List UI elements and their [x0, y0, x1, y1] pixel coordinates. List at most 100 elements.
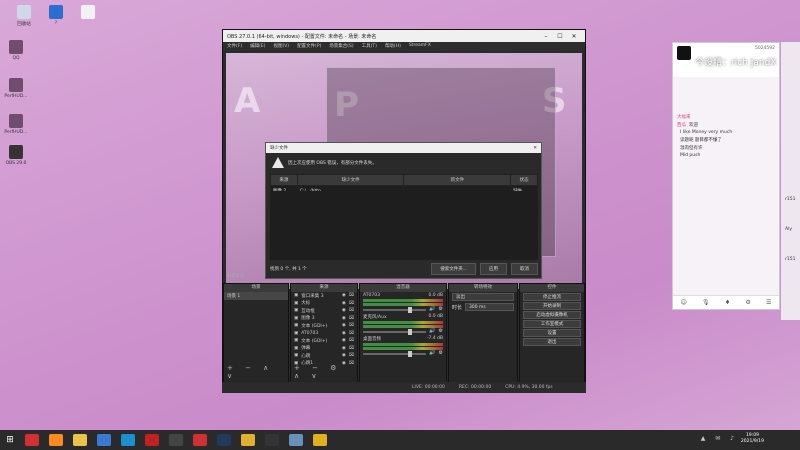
eye-icon[interactable]: ◉: [342, 338, 346, 343]
lock-icon[interactable]: ⌧: [349, 346, 354, 351]
desktop-shortcut[interactable]: [72, 5, 104, 21]
close-icon[interactable]: ✕: [567, 33, 581, 40]
obs-titlebar[interactable]: OBS 27.0.1 (64-bit, windows) - 配置文件: 未命名…: [223, 30, 585, 42]
desktop-shortcut[interactable]: PerfHUD...: [0, 114, 32, 135]
netease-icon[interactable]: [193, 434, 207, 446]
channel-name: AT0703: [363, 293, 380, 298]
taskbar-clock[interactable]: 19:09 2021/9/19: [741, 433, 764, 445]
menu-item[interactable]: 配置文件(P): [297, 43, 321, 50]
gear-icon[interactable]: ⚙: [439, 306, 443, 312]
firefox-icon[interactable]: [49, 434, 63, 446]
lock-icon[interactable]: ⌧: [349, 301, 354, 306]
eye-icon[interactable]: ◉: [342, 293, 346, 298]
menu-item[interactable]: 帮助(H): [385, 43, 401, 50]
windows-start-icon[interactable]: ⊞: [0, 435, 20, 445]
col-missing: 缺少文件: [296, 174, 405, 186]
control-button[interactable]: 启动虚拟摄像机: [523, 311, 581, 319]
speaker-icon[interactable]: 🔊: [429, 350, 435, 356]
menu-item[interactable]: 视图(V): [273, 43, 289, 50]
col-source: 来源: [270, 174, 298, 186]
source-item[interactable]: ▣ 互动框 ◉ ⌧: [291, 307, 357, 315]
scene-item[interactable]: 场景 1: [224, 292, 288, 300]
lock-icon[interactable]: ⌧: [349, 308, 354, 313]
lock-icon[interactable]: ⌧: [349, 331, 354, 336]
lock-icon[interactable]: ⌧: [349, 316, 354, 321]
source-item[interactable]: ▣ 弹幕 ◉ ⌧: [291, 345, 357, 353]
control-button[interactable]: 开始录制: [523, 302, 581, 310]
ie-icon[interactable]: [25, 434, 39, 446]
menu-item[interactable]: 工具(T): [362, 43, 377, 50]
mic-icon[interactable]: 🎙: [702, 299, 710, 306]
speaker-icon[interactable]: 🔊: [429, 306, 435, 312]
eye-icon[interactable]: ◉: [342, 316, 346, 321]
desktop-shortcut[interactable]: QQ: [0, 40, 32, 61]
settings-icon[interactable]: ⚙: [745, 299, 750, 306]
chat-username[interactable]: 西瓜: [677, 122, 686, 128]
source-item[interactable]: ▣ 窗口采集 3 ◉ ⌧: [291, 292, 357, 300]
explorer-icon[interactable]: [73, 434, 87, 446]
menu-item[interactable]: StreamFX: [409, 43, 431, 50]
photos-icon[interactable]: [289, 434, 303, 446]
list-icon[interactable]: ☰: [766, 299, 771, 306]
emoji-icon[interactable]: ☺: [681, 299, 687, 306]
control-button[interactable]: 退出: [523, 338, 581, 346]
edge-icon[interactable]: [121, 434, 135, 446]
search-folder-button[interactable]: 搜索文件夹...: [431, 263, 476, 275]
control-button[interactable]: 设置: [523, 329, 581, 337]
eye-icon[interactable]: ◉: [342, 331, 346, 336]
source-item[interactable]: ▣ 文本 (GDI+) ◉ ⌧: [291, 322, 357, 330]
desktop-shortcut[interactable]: ?: [40, 5, 72, 26]
system-tray[interactable]: ▲ ✉ ♪: [701, 435, 738, 442]
eye-icon[interactable]: ◉: [342, 323, 346, 328]
maximize-icon[interactable]: ☐: [553, 33, 567, 40]
control-button[interactable]: 停止推流: [523, 293, 581, 301]
autocad-icon[interactable]: [145, 434, 159, 446]
source-item[interactable]: ▣ 大标 ◉ ⌧: [291, 300, 357, 308]
eye-icon[interactable]: ◉: [342, 353, 346, 358]
volume-slider[interactable]: [363, 350, 427, 357]
eye-icon[interactable]: ◉: [342, 301, 346, 306]
duration-input[interactable]: 300 ms: [465, 303, 514, 311]
volume-slider[interactable]: [363, 328, 427, 335]
lock-icon[interactable]: ⌧: [349, 338, 354, 343]
eye-icon[interactable]: ◉: [342, 308, 346, 313]
obs-title: OBS 27.0.1 (64-bit, windows) - 配置文件: 未命名…: [227, 33, 377, 40]
source-item[interactable]: ▣ AT0703 ◉ ⌧: [291, 330, 357, 338]
dialog-titlebar[interactable]: 缺少文件 ✕: [266, 143, 541, 153]
transition-select[interactable]: 淡出: [452, 293, 514, 301]
speaker-icon[interactable]: 🔊: [429, 328, 435, 334]
gear-icon[interactable]: ⚙: [439, 328, 443, 334]
close-icon[interactable]: ✕: [533, 146, 537, 151]
scene-toolbar[interactable]: + − ∧ ∨: [227, 364, 288, 380]
lock-icon[interactable]: ⌧: [349, 323, 354, 328]
chrome-icon[interactable]: [313, 434, 327, 446]
source-item[interactable]: ▣ 图像 3 ◉ ⌧: [291, 315, 357, 323]
desktop-shortcut[interactable]: OBS 29.0: [0, 145, 32, 166]
lock-icon[interactable]: ⌧: [349, 293, 354, 298]
obs-icon[interactable]: [169, 434, 183, 446]
lock-icon[interactable]: ⌧: [349, 353, 354, 358]
store-icon[interactable]: [97, 434, 111, 446]
source-item[interactable]: ▣ 心跳 ◉ ⌧: [291, 352, 357, 360]
minimize-icon[interactable]: –: [539, 33, 553, 40]
source-item[interactable]: ▣ 文本 (GDI+) ◉ ⌧: [291, 337, 357, 345]
eye-icon[interactable]: ◉: [342, 346, 346, 351]
menu-item[interactable]: 文件(F): [227, 43, 242, 50]
wegame-icon[interactable]: [241, 434, 255, 446]
cancel-button[interactable]: 取消: [511, 263, 538, 275]
control-button[interactable]: 工作室模式: [523, 320, 581, 328]
desktop-shortcut[interactable]: 回收站: [8, 5, 40, 27]
gift-icon[interactable]: ♦: [725, 299, 730, 306]
source-toolbar[interactable]: + − ⚙ ∧ ∨: [294, 364, 357, 380]
desktop-shortcut[interactable]: PerfHUD...: [0, 78, 32, 99]
menu-item[interactable]: 场景集合(S): [329, 43, 353, 50]
chat-text: 温肉但有许: [680, 146, 703, 151]
gear-icon[interactable]: ⚙: [439, 350, 443, 356]
menu-item[interactable]: 编辑(E): [250, 43, 265, 50]
terminal-icon[interactable]: [265, 434, 279, 446]
volume-slider[interactable]: [363, 306, 427, 313]
volume-meter: [363, 343, 443, 346]
apply-button[interactable]: 应用: [480, 263, 507, 275]
chat-username[interactable]: 大福来: [677, 114, 691, 120]
steam-icon[interactable]: [217, 434, 231, 446]
